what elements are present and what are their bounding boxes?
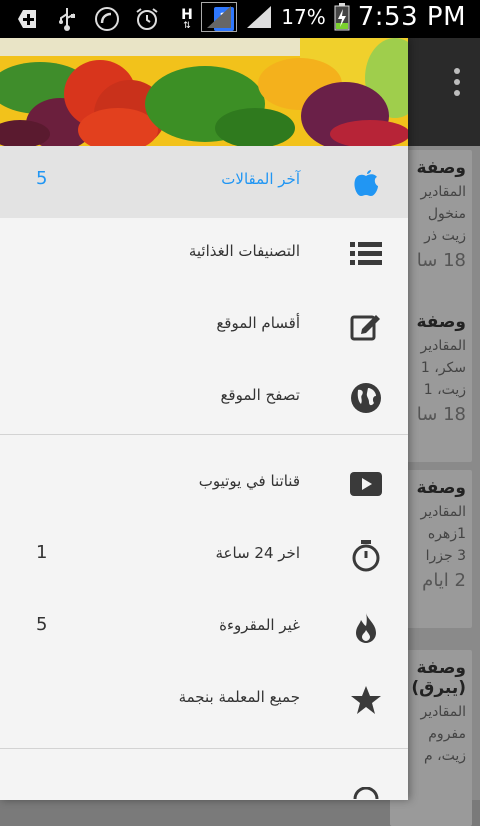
signal-icon <box>245 4 273 30</box>
status-bar: H ⇅ 1 17% 7:53 PM <box>0 0 480 38</box>
alarm-icon <box>134 6 160 32</box>
battery-percent: 17% <box>281 5 326 29</box>
clock: 7:53 PM <box>357 2 466 32</box>
apple-icon <box>350 166 382 198</box>
menu-item-all-starred[interactable]: جميع المعلمة بنجمة <box>0 664 408 736</box>
menu-item-label: أقسام الموقع <box>216 314 300 332</box>
menu-item-count: 5 <box>36 168 48 189</box>
menu-item-label: جميع المعلمة بنجمة <box>178 688 300 706</box>
menu-item-last-24-hours[interactable]: 1 اخر 24 ساعة <box>0 520 408 592</box>
drawer-header-image <box>0 38 408 146</box>
menu-item-food-categories[interactable]: التصنيفات الغذائية <box>0 218 408 290</box>
menu-item-label: قناتنا في يوتيوب <box>198 472 300 490</box>
menu-item-more[interactable] <box>0 749 408 799</box>
menu-item-count: 5 <box>36 614 48 635</box>
menu-item-label: آخر المقالات <box>221 170 300 188</box>
fire-icon <box>350 612 382 644</box>
more-item-icon <box>350 777 382 800</box>
stopwatch-icon <box>350 540 382 572</box>
menu-item-label: التصنيفات الغذائية <box>188 242 300 260</box>
menu-item-count: 1 <box>36 542 48 563</box>
drawer-menu: 5 آخر المقالات التصنيفات الغذائية أقسام … <box>0 146 408 799</box>
signal-empty-icon <box>201 2 238 32</box>
menu-item-browse-site[interactable]: تصفح الموقع <box>0 362 408 434</box>
menu-item-label: اخر 24 ساعة <box>215 544 300 562</box>
menu-item-unread[interactable]: 5 غير المقروءة <box>0 592 408 664</box>
menu-item-latest-articles[interactable]: 5 آخر المقالات <box>0 146 408 218</box>
h-data-icon: H ⇅ <box>181 6 193 31</box>
usb-icon <box>54 6 80 32</box>
call-forward-icon <box>94 6 120 32</box>
youtube-icon <box>350 468 382 500</box>
menu-item-label: تصفح الموقع <box>220 386 300 404</box>
menu-item-site-sections[interactable]: أقسام الموقع <box>0 290 408 362</box>
menu-item-label: غير المقروءة <box>219 616 300 634</box>
menu-item-youtube-channel[interactable]: قناتنا في يوتيوب <box>0 448 408 520</box>
edit-icon <box>350 310 382 342</box>
navigation-drawer: 5 آخر المقالات التصنيفات الغذائية أقسام … <box>0 38 408 800</box>
overflow-menu-icon[interactable] <box>454 68 462 96</box>
globe-icon <box>350 382 382 414</box>
add-icon <box>14 6 40 32</box>
star-icon <box>350 684 382 716</box>
battery-charging-icon <box>334 3 350 31</box>
list-icon <box>350 238 382 270</box>
menu-divider <box>0 434 408 435</box>
